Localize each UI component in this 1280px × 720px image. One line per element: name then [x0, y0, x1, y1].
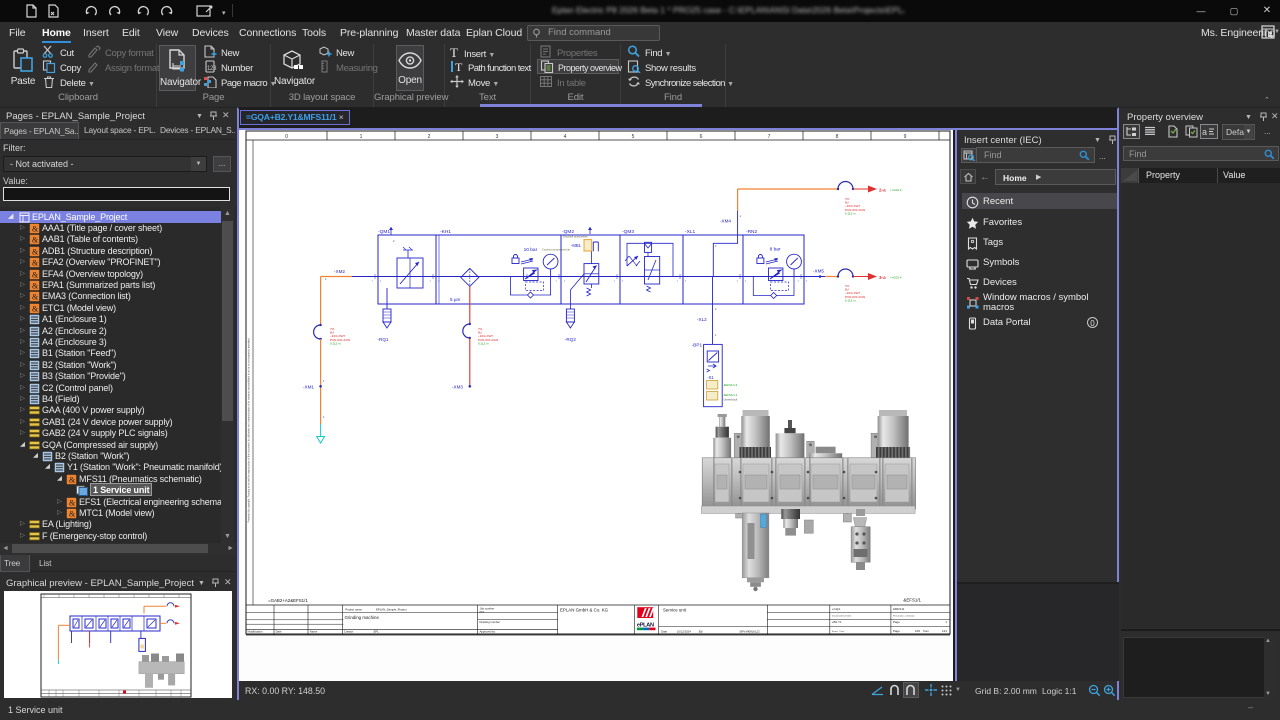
- svg-text:EPLAN GmbH & Co. KG: EPLAN GmbH & Co. KG: [560, 608, 609, 613]
- svg-text:&: &: [32, 293, 39, 302]
- svg-text:1: 1: [360, 134, 363, 140]
- svg-text:&: &: [32, 304, 39, 313]
- svg-text:Modification: Modification: [248, 630, 263, 634]
- svg-text:10 bar: 10 bar: [524, 247, 538, 253]
- svg-text:/ =G01.2: / =G01.2: [890, 188, 902, 192]
- svg-text:9: 9: [904, 134, 907, 140]
- svg-text:-XM2: -XM2: [334, 269, 345, 274]
- svg-text:Name: Name: [310, 630, 318, 634]
- svg-text:&MFS11: &MFS11: [893, 607, 905, 611]
- svg-text:&EFS1/1: &EFS1/1: [903, 598, 921, 603]
- svg-text:Pneumatics schematic: Pneumatics schematic: [893, 614, 916, 617]
- svg-text:Project name: Project name: [345, 607, 362, 611]
- svg-text:a: a: [1202, 127, 1207, 137]
- svg-text:0: 0: [285, 134, 288, 140]
- svg-text:Service unit: Service unit: [663, 608, 687, 613]
- svg-text:7: 7: [768, 134, 771, 140]
- svg-text:Drawing number: Drawing number: [480, 620, 501, 624]
- svg-text:Grinding machine: Grinding machine: [345, 615, 380, 620]
- svg-text:-QM2: -QM2: [562, 229, 574, 235]
- svg-text:&: &: [32, 247, 39, 256]
- svg-text:/ =G01.4: / =G01.4: [890, 276, 902, 280]
- svg-text:EPLAN_Sample_Project: EPLAN_Sample_Project: [376, 607, 407, 611]
- svg-text:-RQ1: -RQ1: [378, 337, 389, 342]
- svg-text:5 µm: 5 µm: [450, 297, 460, 302]
- svg-text:0.112 m: 0.112 m: [478, 341, 489, 345]
- svg-text:Page: Page: [893, 629, 900, 633]
- svg-text:Approved by: Approved by: [480, 630, 496, 634]
- svg-text:-XM1: -XM1: [303, 385, 314, 390]
- svg-text:0.112 m: 0.112 m: [330, 341, 341, 345]
- svg-text:&: &: [32, 236, 39, 245]
- svg-text:0.112 m: 0.112 m: [845, 211, 856, 215]
- svg-text:2-a: 2-a: [879, 188, 886, 193]
- svg-text:Druckluft ausschalten: Druckluft ausschalten: [563, 235, 588, 239]
- svg-text:&: &: [69, 475, 76, 484]
- svg-text:5: 5: [632, 134, 635, 140]
- svg-text:001: 001: [480, 610, 485, 614]
- svg-text:6: 6: [700, 134, 703, 140]
- svg-text:&: &: [32, 259, 39, 268]
- svg-text:Date: Date: [276, 630, 282, 634]
- svg-text:8 bar: 8 bar: [770, 247, 781, 253]
- svg-text:-XL1: -XL1: [685, 229, 695, 235]
- svg-text:100: 100: [915, 629, 920, 633]
- svg-text:Seitex "Vxxx": Seitex "Vxxx": [832, 630, 845, 633]
- svg-text:-XM5: -XM5: [813, 269, 824, 274]
- svg-text:SRV-W08L6L22: SRV-W08L6L22: [740, 630, 760, 634]
- svg-text:0.112 m: 0.112 m: [845, 298, 856, 302]
- svg-text:Creator: Creator: [344, 630, 353, 634]
- svg-text:Verantwortl.f.d.Seite: Verantwortl.f.d.Seite: [832, 614, 852, 617]
- svg-text:from: from: [923, 629, 930, 633]
- svg-text:&: &: [32, 224, 39, 233]
- svg-text:T: T: [455, 60, 463, 73]
- svg-text:ePLAN: ePLAN: [637, 622, 654, 628]
- svg-text:Page: Page: [893, 620, 900, 624]
- svg-text:Unterdruck: Unterdruck: [724, 398, 738, 402]
- svg-text:-MB1: -MB1: [571, 243, 582, 248]
- svg-text:-XM4: -XM4: [720, 219, 731, 224]
- svg-text:+GQA: +GQA: [832, 607, 840, 611]
- svg-text:-RN2: -RN2: [746, 229, 758, 235]
- svg-text:-RQ2: -RQ2: [565, 337, 576, 342]
- svg-text:121: 121: [942, 629, 947, 633]
- svg-text:-KH1: -KH1: [440, 229, 451, 235]
- svg-text:EPL: EPL: [374, 630, 380, 634]
- svg-text:Edi: Edi: [699, 630, 703, 634]
- svg-text:8: 8: [836, 134, 839, 140]
- svg-text:Connect compressed air: Connect compressed air: [542, 248, 570, 252]
- svg-text:-XM3: -XM3: [452, 385, 463, 390]
- svg-text:4: 4: [564, 134, 567, 140]
- svg-text:-QM3: -QM3: [622, 229, 634, 235]
- svg-text:Protected by copyright. Passin: Protected by copyright. Passing on as we…: [248, 337, 251, 522]
- svg-text:3: 3: [496, 134, 499, 140]
- svg-text:-QM1: -QM1: [378, 229, 390, 235]
- svg-text:10/12/2024: 10/12/2024: [677, 630, 691, 634]
- svg-text:&: &: [32, 281, 39, 290]
- svg-text:+B2.Y1: +B2.Y1: [832, 620, 842, 624]
- svg-text:&: &: [32, 270, 39, 279]
- svg-text:-BP1: -BP1: [692, 343, 703, 348]
- svg-text:&: &: [69, 498, 76, 507]
- svg-text:3-a: 3-a: [879, 275, 886, 280]
- svg-text:Date: Date: [661, 630, 667, 634]
- svg-text:-XL2: -XL2: [697, 317, 707, 322]
- svg-text:=GAB2+A2&EFS1/1: =GAB2+A2&EFS1/1: [268, 598, 308, 603]
- svg-text:&: &: [69, 509, 76, 518]
- svg-text:-S1: -S1: [707, 375, 714, 380]
- svg-text:2: 2: [428, 134, 431, 140]
- svg-text:123: 123: [207, 66, 217, 72]
- svg-text:&EFS1/1.3: &EFS1/1.3: [724, 383, 738, 387]
- svg-text:&EFS1/1.4: &EFS1/1.4: [724, 393, 738, 397]
